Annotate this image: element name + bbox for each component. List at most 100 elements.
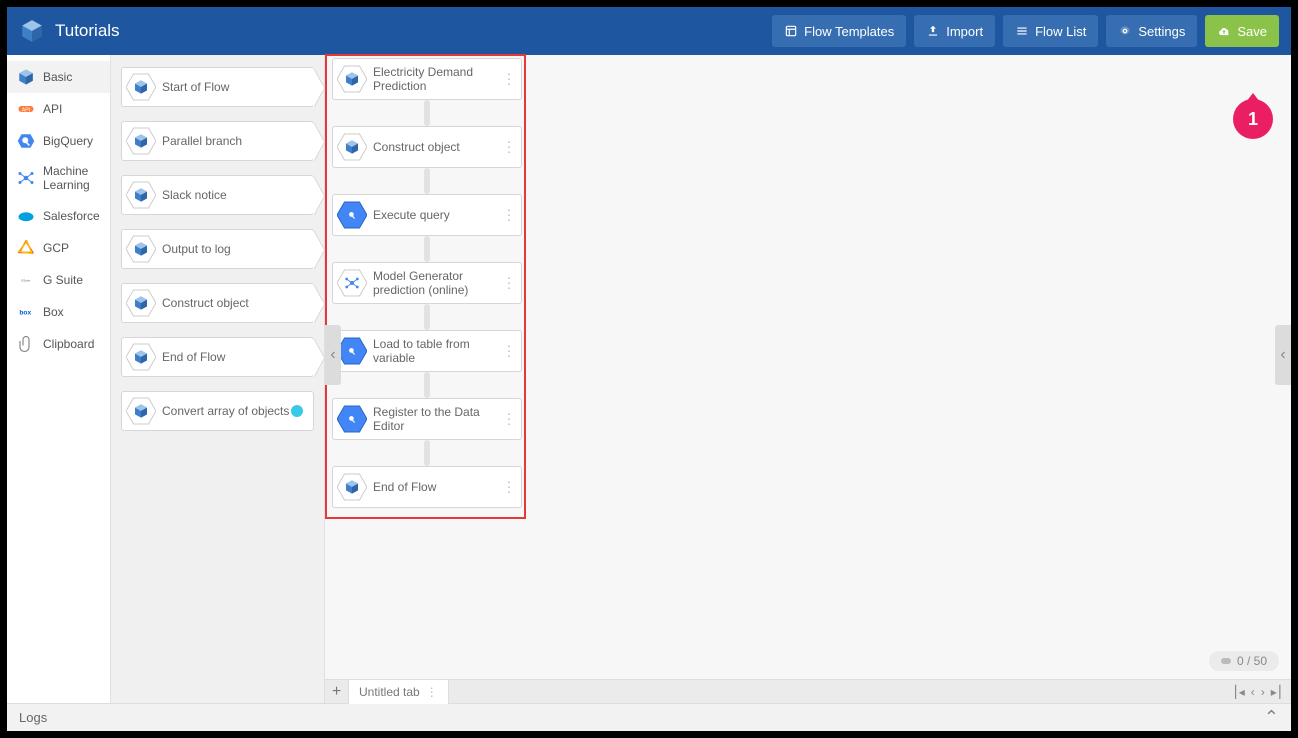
tab-prev-button[interactable]: ‹: [1251, 685, 1255, 699]
sidebar-item-basic[interactable]: Basic: [7, 61, 110, 93]
flow-connector: [424, 100, 430, 126]
sidebar-item-ml[interactable]: Machine Learning: [7, 157, 110, 200]
save-button[interactable]: Save: [1205, 15, 1279, 47]
tab-first-button[interactable]: ⎮◂: [1232, 685, 1244, 699]
flow-list-button[interactable]: Flow List: [1003, 15, 1098, 47]
more-icon[interactable]: ⋮: [426, 685, 438, 699]
flow-node-model-generator[interactable]: Model Generator prediction (online) ⋮: [332, 262, 522, 304]
flow-node-label: End of Flow: [373, 480, 436, 494]
sidebar-item-label: Machine Learning: [43, 164, 100, 193]
logs-panel-header[interactable]: Logs ⌃: [7, 703, 1291, 731]
palette-item-slack-notice[interactable]: Slack notice: [121, 175, 314, 215]
box-icon: [126, 180, 156, 210]
flow-templates-button[interactable]: Flow Templates: [772, 15, 906, 47]
sidebar-item-api[interactable]: API: [7, 93, 110, 125]
sidebar-item-gcp[interactable]: GCP: [7, 232, 110, 264]
ml-icon: [337, 268, 367, 298]
palette-item-convert-array[interactable]: Convert array of objects: [121, 391, 314, 431]
gcp-icon: [17, 239, 35, 257]
more-icon[interactable]: ⋮: [502, 139, 515, 156]
flow-connector: [424, 440, 430, 466]
palette-item-construct-object[interactable]: Construct object: [121, 283, 314, 323]
annotation-number: 1: [1248, 109, 1258, 130]
sidebar-item-label: G Suite: [43, 273, 83, 287]
button-label: Settings: [1138, 24, 1185, 39]
more-icon[interactable]: ⋮: [502, 71, 515, 88]
box-icon: [126, 396, 156, 426]
sidebar-item-label: Box: [43, 305, 64, 319]
flow-node-label: Load to table from variable: [373, 337, 501, 365]
flow-graph: Electricity Demand Prediction ⋮ Construc…: [331, 58, 523, 508]
arrow-right-icon: [313, 122, 324, 162]
sidebar-item-bigquery[interactable]: BigQuery: [7, 125, 110, 157]
box-icon: [17, 68, 35, 86]
palette-item-label: Parallel branch: [162, 134, 242, 148]
flow-node-label: Register to the Data Editor: [373, 405, 501, 433]
upload-icon: [926, 24, 940, 38]
node-counter: 0 / 50: [1209, 651, 1279, 671]
api-icon: [17, 100, 35, 118]
logo[interactable]: Tutorials: [19, 18, 120, 44]
box-icon: [126, 72, 156, 102]
sidebar-item-clipboard[interactable]: Clipboard: [7, 328, 110, 360]
palette-item-label: End of Flow: [162, 350, 225, 364]
flow-node-label: Execute query: [373, 208, 450, 222]
flow-node-label: Electricity Demand Prediction: [373, 65, 501, 93]
tab-untitled[interactable]: Untitled tab ⋮: [349, 680, 449, 704]
gsuite-icon: [17, 271, 35, 289]
flow-node-register-editor[interactable]: Register to the Data Editor ⋮: [332, 398, 522, 440]
sidebar-item-box[interactable]: Box: [7, 296, 110, 328]
tab-next-button[interactable]: ›: [1261, 685, 1265, 699]
bigquery-icon: [17, 132, 35, 150]
counter-text: 0 / 50: [1237, 654, 1267, 668]
info-dot-icon: [291, 405, 303, 417]
chevron-up-icon[interactable]: ⌃: [1264, 707, 1279, 728]
cloud-save-icon: [1217, 24, 1231, 38]
flow-node-load-to-table[interactable]: Load to table from variable ⋮: [332, 330, 522, 372]
sidebar-item-label: Salesforce: [43, 209, 100, 223]
add-tab-button[interactable]: +: [325, 680, 349, 704]
clipboard-icon: [17, 335, 35, 353]
flow-node-label: Construct object: [373, 140, 460, 154]
flow-node-end-of-flow[interactable]: End of Flow ⋮: [332, 466, 522, 508]
header-buttons: Flow Templates Import Flow List Settings…: [772, 15, 1279, 47]
flow-node-construct-object[interactable]: Construct object ⋮: [332, 126, 522, 168]
main: Basic API BigQuery Machine Learning Sale…: [7, 55, 1291, 703]
palette-item-end-of-flow[interactable]: End of Flow: [121, 337, 314, 377]
box-icon: [126, 342, 156, 372]
more-icon[interactable]: ⋮: [502, 275, 515, 292]
more-icon[interactable]: ⋮: [502, 207, 515, 224]
flow-canvas[interactable]: ‹ ‹ Electricity Demand Prediction ⋮ Cons…: [325, 55, 1291, 703]
more-icon[interactable]: ⋮: [502, 343, 515, 360]
palette-item-output-to-log[interactable]: Output to log: [121, 229, 314, 269]
box-brand-icon: [17, 303, 35, 321]
palette-item-label: Output to log: [162, 242, 231, 256]
bigquery-icon: [337, 336, 367, 366]
block-palette: Start of Flow Parallel branch Slack noti…: [111, 55, 325, 703]
tab-strip: + Untitled tab ⋮ ⎮◂ ‹ › ▸⎮: [325, 679, 1291, 703]
flow-node-electricity-demand[interactable]: Electricity Demand Prediction ⋮: [332, 58, 522, 100]
box-icon: [126, 234, 156, 264]
gear-icon: [1118, 24, 1132, 38]
tab-last-button[interactable]: ▸⎮: [1271, 685, 1283, 699]
more-icon[interactable]: ⋮: [502, 411, 515, 428]
more-icon[interactable]: ⋮: [502, 479, 515, 496]
palette-item-label: Convert array of objects: [162, 404, 289, 418]
flow-node-execute-query[interactable]: Execute query ⋮: [332, 194, 522, 236]
box-icon: [337, 132, 367, 162]
sidebar-item-salesforce[interactable]: Salesforce: [7, 200, 110, 232]
collapse-left-handle[interactable]: ‹: [325, 325, 341, 385]
palette-item-label: Start of Flow: [162, 80, 229, 94]
header: Tutorials Flow Templates Import Flow Lis…: [7, 7, 1291, 55]
sidebar-item-label: Basic: [43, 70, 72, 84]
flow-connector: [424, 236, 430, 262]
sidebar-item-label: API: [43, 102, 62, 116]
palette-item-parallel-branch[interactable]: Parallel branch: [121, 121, 314, 161]
sidebar-item-gsuite[interactable]: G Suite: [7, 264, 110, 296]
counter-dot-icon: [1221, 658, 1231, 664]
collapse-right-handle[interactable]: ‹: [1275, 325, 1291, 385]
settings-button[interactable]: Settings: [1106, 15, 1197, 47]
palette-item-start-of-flow[interactable]: Start of Flow: [121, 67, 314, 107]
import-button[interactable]: Import: [914, 15, 995, 47]
list-icon: [1015, 24, 1029, 38]
